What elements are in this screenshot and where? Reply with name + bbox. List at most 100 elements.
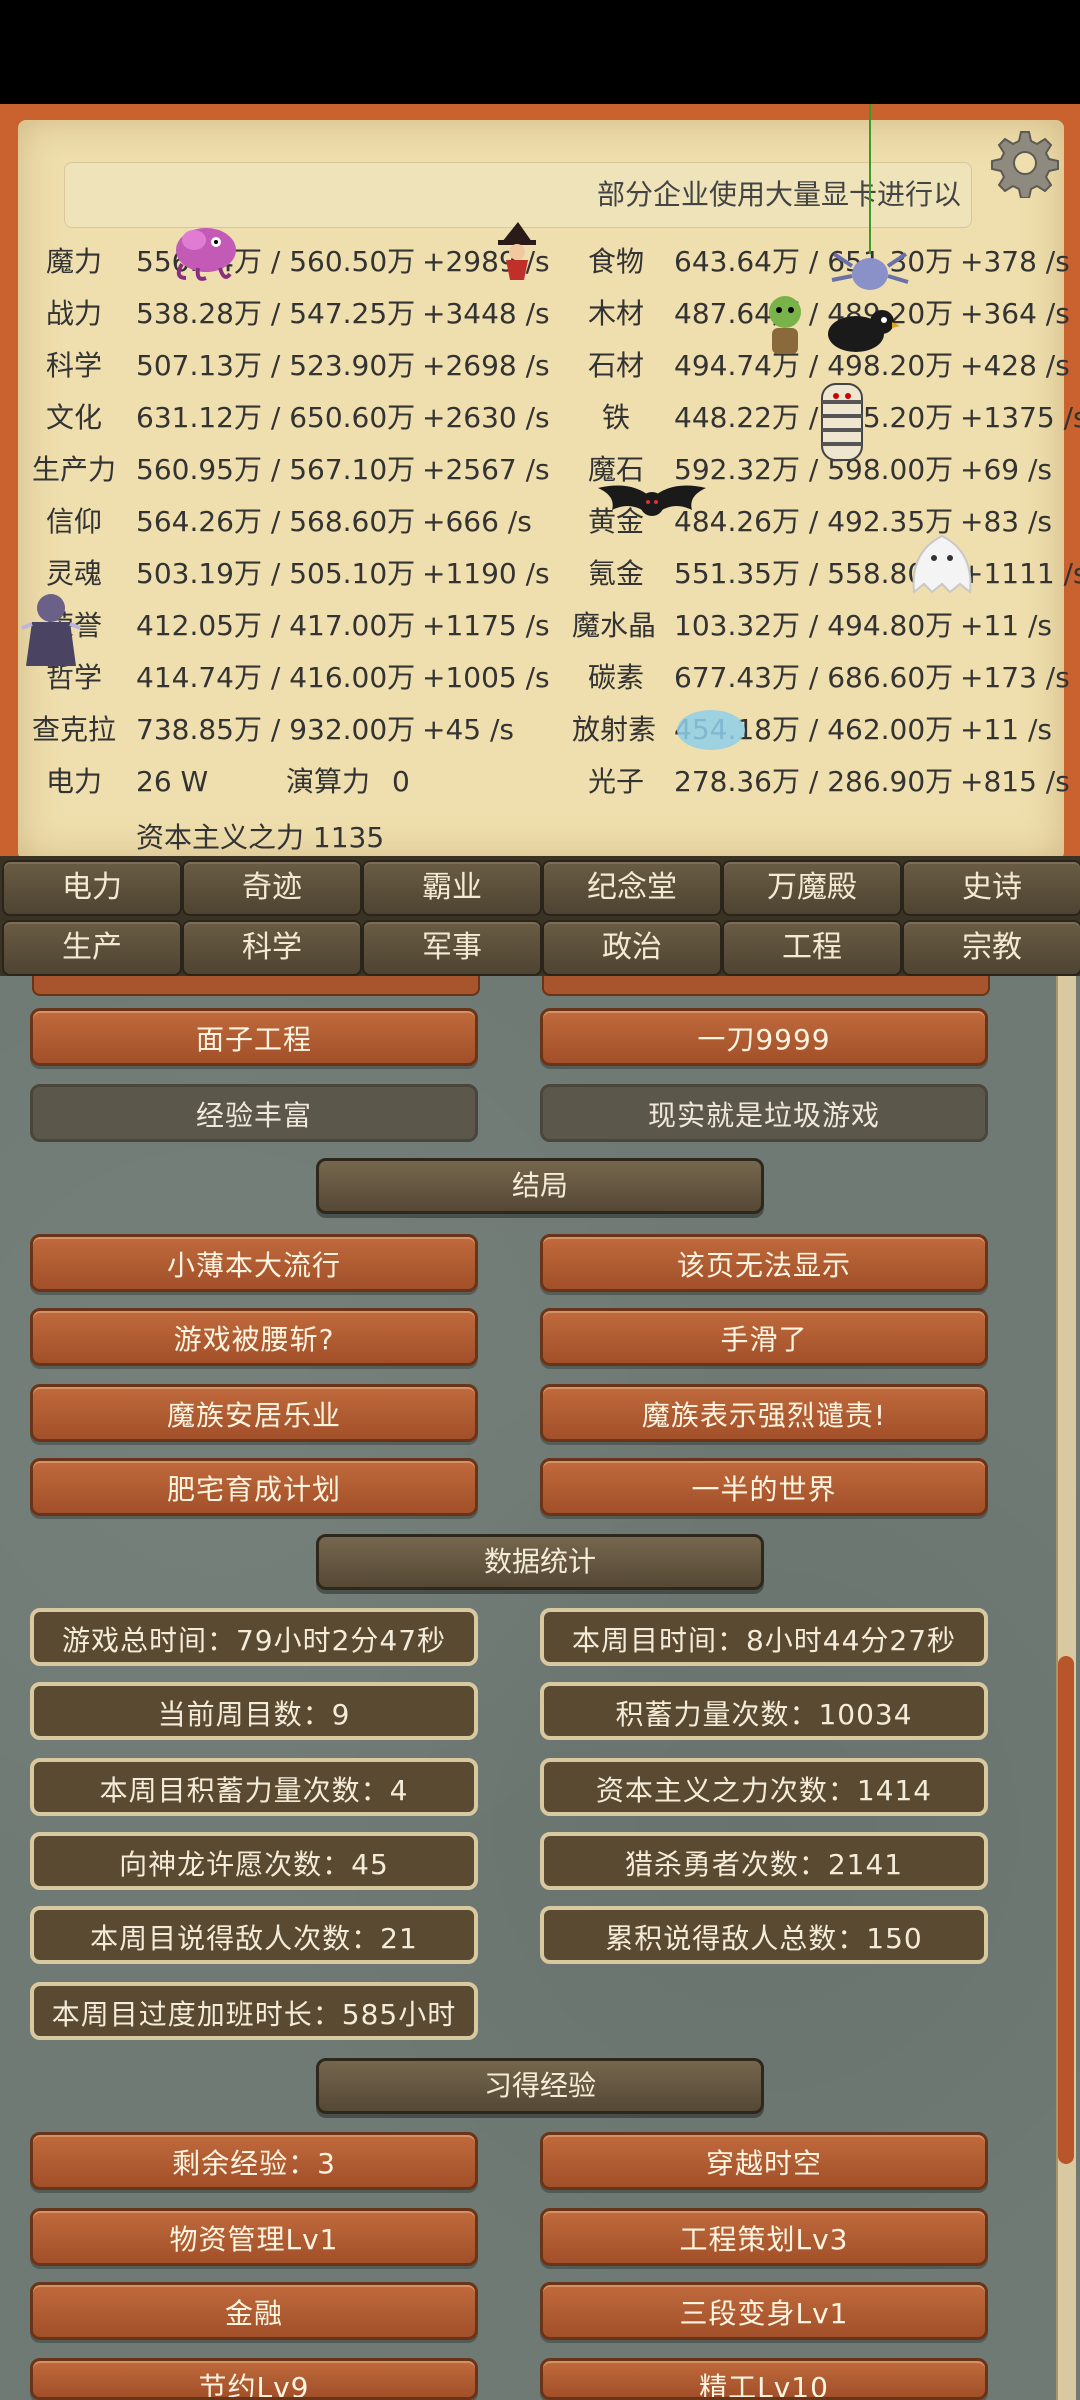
resource-value: 677.43万 / 686.60万 — [674, 661, 954, 694]
resource-name: 放射素 — [572, 713, 657, 746]
tab-production[interactable]: 生产 — [2, 920, 182, 976]
resource-row: 魔力 556.04万 / 560.50万 +2989 /s — [0, 236, 560, 288]
stat-item: 向神龙许愿次数：45 — [30, 1832, 478, 1890]
armored-knight-sprite[interactable] — [18, 588, 84, 668]
resource-value: 643.64万 / 651.30万 — [674, 245, 954, 278]
tab-wonders[interactable]: 奇迹 — [182, 860, 362, 916]
resource-rate: +2630 /s — [422, 401, 550, 434]
resource-rate: +2567 /s — [422, 453, 550, 486]
resource-row: 荣誉 412.05万 / 417.00万 +1175 /s — [0, 600, 560, 652]
resource-rate: +1111 /s — [960, 557, 1080, 590]
settings-gear-icon[interactable] — [990, 128, 1060, 198]
resource-row: 战力 538.28万 / 547.25万 +3448 /s — [0, 288, 560, 340]
section-header-experience: 习得经验 — [316, 2058, 764, 2114]
experience-button[interactable]: 剩余经验：3 — [30, 2132, 478, 2190]
ending-button[interactable]: 小薄本大流行 — [30, 1234, 478, 1292]
tab-religion[interactable]: 宗教 — [902, 920, 1080, 976]
experience-button[interactable]: 节约Lv9 — [30, 2358, 478, 2400]
stat-item: 本周目积蓄力量次数：4 — [30, 1758, 478, 1816]
goblin-sprite[interactable] — [760, 292, 810, 360]
partial-button[interactable] — [32, 976, 480, 996]
resource-rate: +3448 /s — [422, 297, 550, 330]
power-label: 电力 — [46, 765, 103, 798]
stat-item: 游戏总时间：79小时2分47秒 — [30, 1608, 478, 1666]
stat-item: 当前周目数：9 — [30, 1682, 478, 1740]
tab-epic[interactable]: 史诗 — [902, 860, 1080, 916]
resource-rate: +69 /s — [960, 453, 1053, 486]
resource-row: 灵魂 503.19万 / 505.10万 +1190 /s — [0, 548, 560, 600]
resource-value: 564.26万 / 568.60万 — [136, 505, 416, 538]
experience-button[interactable]: 金融 — [30, 2282, 478, 2340]
experience-button[interactable]: 三段变身Lv1 — [540, 2282, 988, 2340]
tab-engineering[interactable]: 工程 — [722, 920, 902, 976]
slime-sprite[interactable] — [676, 704, 746, 750]
spider-sprite[interactable] — [830, 104, 910, 304]
achievement-locked-button[interactable]: 经验丰富 — [30, 1084, 478, 1142]
experience-button[interactable]: 精工Lv10 — [540, 2358, 988, 2400]
resource-name: 食物 — [588, 245, 645, 278]
tab-hegemony[interactable]: 霸业 — [362, 860, 542, 916]
resource-rate: +815 /s — [960, 765, 1070, 798]
compute-value: 0 — [392, 765, 410, 798]
ending-button[interactable]: 一半的世界 — [540, 1458, 988, 1516]
stat-item: 累积说得敌人总数：150 — [540, 1906, 988, 1964]
tab-science[interactable]: 科学 — [182, 920, 362, 976]
ending-button[interactable]: 魔族安居乐业 — [30, 1384, 478, 1442]
resource-name: 科学 — [46, 349, 103, 382]
resource-name: 石材 — [588, 349, 645, 382]
experience-button[interactable]: 穿越时空 — [540, 2132, 988, 2190]
tab-power[interactable]: 电力 — [2, 860, 182, 916]
resource-row: 氪金 551.35万 / 558.80万 +1111 /s — [560, 548, 1080, 600]
stat-item: 本周目过度加班时长：585小时 — [30, 1982, 478, 2040]
resource-value: 738.85万 / 932.00万 — [136, 713, 416, 746]
partial-button[interactable] — [542, 976, 990, 996]
resource-rate: +1175 /s — [422, 609, 550, 642]
resource-value: 412.05万 / 417.00万 — [136, 609, 416, 642]
ending-button[interactable]: 手滑了 — [540, 1308, 988, 1366]
experience-button[interactable]: 物资管理Lv1 — [30, 2208, 478, 2266]
ending-button[interactable]: 该页无法显示 — [540, 1234, 988, 1292]
tab-memorial[interactable]: 纪念堂 — [542, 860, 722, 916]
resource-row: 魔水晶 103.32万 / 494.80万 +11 /s — [560, 600, 1080, 652]
mummy-sprite[interactable] — [806, 378, 878, 464]
resource-rate: +378 /s — [960, 245, 1070, 278]
tab-military[interactable]: 军事 — [362, 920, 542, 976]
stat-item: 本周目时间：8小时44分27秒 — [540, 1608, 988, 1666]
resource-name: 战力 — [46, 297, 103, 330]
witch-sprite[interactable] — [494, 220, 540, 282]
resource-rate: +173 /s — [960, 661, 1070, 694]
tab-pandemonium[interactable]: 万魔殿 — [722, 860, 902, 916]
ending-button[interactable]: 魔族表示强烈谴责! — [540, 1384, 988, 1442]
achievement-button[interactable]: 面子工程 — [30, 1008, 478, 1066]
resource-rate: +45 /s — [422, 713, 515, 746]
bat-sprite[interactable] — [592, 480, 712, 524]
resource-name: 查克拉 — [32, 713, 117, 746]
achievement-locked-button[interactable]: 现实就是垃圾游戏 — [540, 1084, 988, 1142]
resource-row: 生产力 560.95万 / 567.10万 +2567 /s — [0, 444, 560, 496]
resource-name: 生产力 — [32, 453, 117, 486]
ghost-sprite[interactable] — [906, 528, 978, 596]
resource-name: 魔力 — [46, 245, 103, 278]
experience-button[interactable]: 工程策划Lv3 — [540, 2208, 988, 2266]
resource-name: 光子 — [588, 765, 645, 798]
resource-value: 560.95万 / 567.10万 — [136, 453, 416, 486]
tab-politics[interactable]: 政治 — [542, 920, 722, 976]
resource-value: 503.19万 / 505.10万 — [136, 557, 416, 590]
ending-button[interactable]: 肥宅育成计划 — [30, 1458, 478, 1516]
achievement-button[interactable]: 一刀9999 — [540, 1008, 988, 1066]
tentacle-monster-sprite[interactable] — [164, 212, 248, 282]
resource-value: 414.74万 / 416.00万 — [136, 661, 416, 694]
resource-row: 科学 507.13万 / 523.90万 +2698 /s — [0, 340, 560, 392]
scrollbar-thumb[interactable] — [1058, 1656, 1074, 2164]
resource-row: 信仰 564.26万 / 568.60万 +666 /s — [0, 496, 560, 548]
section-header-ending: 结局 — [316, 1158, 764, 1214]
resource-name: 木材 — [588, 297, 645, 330]
resource-name: 铁 — [602, 401, 631, 434]
resource-rate: +11 /s — [960, 713, 1053, 746]
resource-row: 查克拉 738.85万 / 932.00万 +45 /s — [0, 704, 560, 756]
resource-value: 538.28万 / 547.25万 — [136, 297, 416, 330]
ending-button[interactable]: 游戏被腰斩? — [30, 1308, 478, 1366]
resource-name: 文化 — [46, 401, 103, 434]
crow-sprite[interactable] — [820, 300, 900, 360]
stat-item: 积蓄力量次数：10034 — [540, 1682, 988, 1740]
